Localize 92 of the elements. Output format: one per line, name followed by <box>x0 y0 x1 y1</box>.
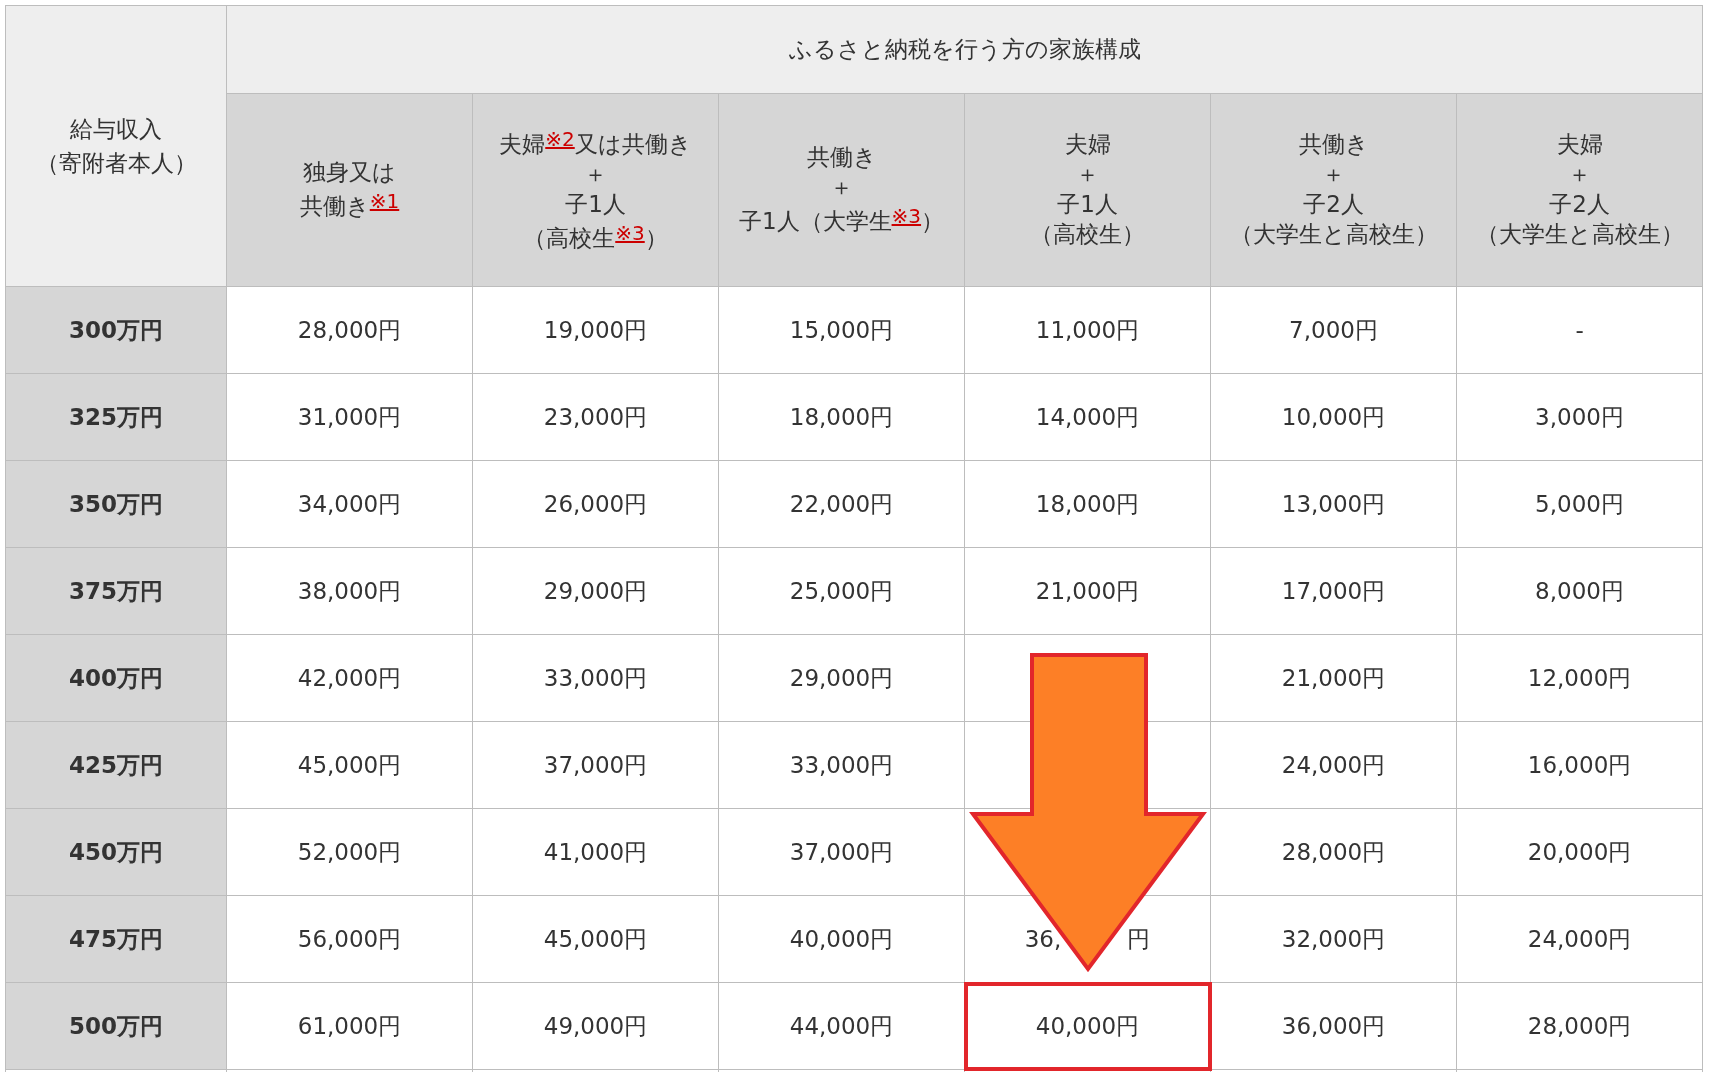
row-header: 350万円 <box>5 460 227 548</box>
table-cell: 15,000円 <box>718 286 965 374</box>
table-cell: 12,000円 <box>1456 634 1703 722</box>
header-text: 又は共働き <box>574 131 692 158</box>
table-cell: 61,000円 <box>226 982 473 1070</box>
table-cell: 13,000円 <box>1210 460 1457 548</box>
footnote-link[interactable]: ※3 <box>891 203 922 228</box>
header-text: 共働き <box>1298 131 1369 158</box>
table-cell: 28,000円 <box>1456 982 1703 1070</box>
table-cell: 34,000円 <box>226 460 473 548</box>
header-text: 共働き <box>806 144 877 171</box>
footnote-link[interactable]: ※2 <box>545 127 575 152</box>
table-cell: 19,000円 <box>472 286 719 374</box>
header-text: ） <box>921 207 945 234</box>
table-cell: 24,000円 <box>1456 895 1703 983</box>
table-cell: 21,000円 <box>964 547 1211 635</box>
table-cell: 32,000円 <box>1210 895 1457 983</box>
header-text: ＋ <box>830 174 853 201</box>
header-text: （大学生と高校生） <box>1475 220 1684 247</box>
header-text: 夫婦 <box>1556 131 1603 158</box>
row-header: 475万円 <box>5 895 227 983</box>
table-cell: 28,000円 <box>226 286 473 374</box>
row-header: 325万円 <box>5 373 227 461</box>
table-cell: 18,000円 <box>718 373 965 461</box>
header-text: 子1人（大学生 <box>738 207 892 234</box>
table-cell: 31,000円 <box>226 373 473 461</box>
table-cell: 16,000円 <box>1456 721 1703 809</box>
table-cell: 41,000円 <box>472 808 719 896</box>
row-header: 300万円 <box>5 286 227 374</box>
header-text: ） <box>644 224 668 251</box>
table-cell: 8,000円 <box>1456 547 1703 635</box>
table-cell: 22,000円 <box>718 460 965 548</box>
header-text: 共働き <box>299 193 370 219</box>
cell-text: 円 <box>1127 925 1151 952</box>
table-cell: 25,000円 <box>718 547 965 635</box>
table-cell: 36,000円 <box>1210 982 1457 1070</box>
header-text: ＋ <box>1322 161 1345 188</box>
header-text: ＋ <box>584 161 607 188</box>
table-cell: 29,000円 <box>472 547 719 635</box>
row-header: 450万円 <box>5 808 227 896</box>
table-cell: 11,000円 <box>964 286 1211 374</box>
row-header: 425万円 <box>5 721 227 809</box>
footnote-link[interactable]: ※1 <box>369 189 400 213</box>
table-cell: 44,000円 <box>718 982 965 1070</box>
table-cell: 37,000円 <box>718 808 965 896</box>
table-cell: 20,000円 <box>1456 808 1703 896</box>
table-cell: 38,000円 <box>226 547 473 635</box>
table-cell: 45,000円 <box>472 895 719 983</box>
table-cell: 45,000円 <box>226 721 473 809</box>
table-cell: 29,000円 <box>718 634 965 722</box>
header-text: （高校生 <box>523 224 616 251</box>
header-text: 夫婦 <box>1064 131 1111 158</box>
table-cell: 5,000円 <box>1456 460 1703 548</box>
table-cell: 49,000円 <box>472 982 719 1070</box>
table-cell: 33,000円 <box>718 721 965 809</box>
table-cell: 7,000円 <box>1210 286 1457 374</box>
column-header-group: ふるさと納税を行う方の家族構成 <box>226 5 1703 94</box>
footnote-link[interactable]: ※3 <box>615 220 645 245</box>
table-cell: 3,000円 <box>1456 373 1703 461</box>
table-cell: 52,000円 <box>226 808 473 896</box>
table-cell: 40,000円 <box>718 895 965 983</box>
header-text: 独身又は <box>303 159 396 186</box>
header-text: 子2人 <box>1303 191 1364 217</box>
row-header: 375万円 <box>5 547 227 635</box>
table-cell: - <box>1456 286 1703 374</box>
table-cell: 17,000円 <box>1210 547 1457 635</box>
table-cell: 40,000円 <box>964 982 1211 1070</box>
header-text: （大学生と高校生） <box>1229 220 1438 247</box>
table-cell: 24,000円 <box>1210 721 1457 809</box>
table-cell: 10,000円 <box>1210 373 1457 461</box>
cell-text: 36, <box>1024 925 1062 952</box>
table-cell: 37,000円 <box>472 721 719 809</box>
table-cell: 23,000円 <box>472 373 719 461</box>
table-cell: 56,000円 <box>226 895 473 983</box>
table-cell: 21,000円 <box>1210 634 1457 722</box>
header-text: ＋ <box>1076 161 1099 188</box>
table-cell: 26,000円 <box>472 460 719 548</box>
row-header: 400万円 <box>5 634 227 722</box>
table-cell: 14,000円 <box>964 373 1211 461</box>
header-text: 子1人 <box>565 191 626 217</box>
row-header: 500万円 <box>5 982 227 1070</box>
table-cell: 33,000円 <box>472 634 719 722</box>
header-text: 子2人 <box>1549 191 1610 217</box>
header-text: 給与収入 <box>70 115 162 142</box>
header-text: （寄附者本人） <box>35 150 197 176</box>
header-text: 子1人 <box>1057 191 1118 217</box>
table-cell: 42,000円 <box>226 634 473 722</box>
header-text: （高校生） <box>1030 220 1145 247</box>
header-text: ＋ <box>1568 161 1592 188</box>
header-text: 夫婦 <box>499 131 546 158</box>
table-cell: 28,000円 <box>1210 808 1457 896</box>
table-cell: 18,000円 <box>964 460 1211 548</box>
